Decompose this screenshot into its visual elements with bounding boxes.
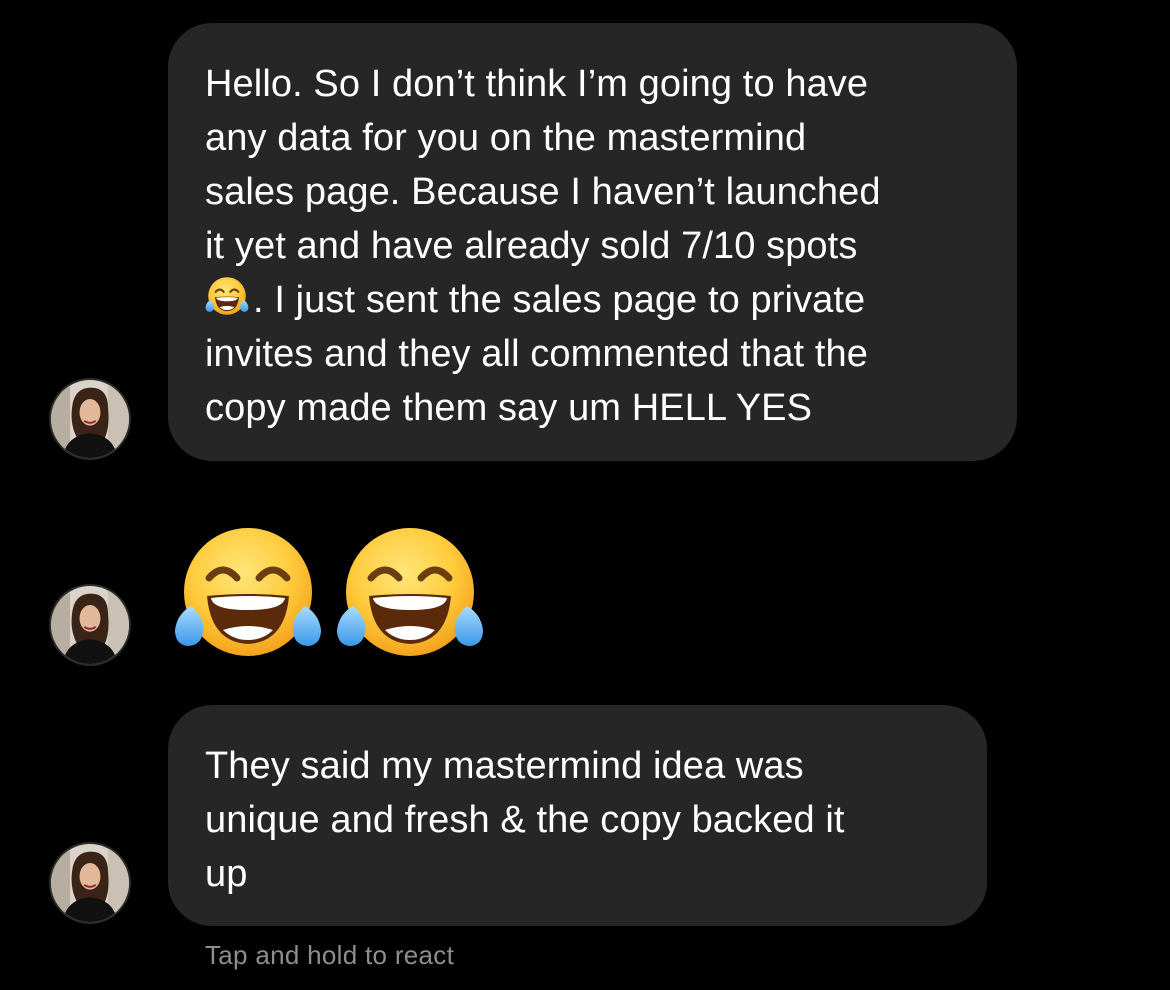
message-line: invites and they all commented that the	[205, 333, 868, 375]
profile-photo	[51, 586, 129, 664]
avatar[interactable]	[49, 378, 131, 460]
profile-photo	[51, 380, 129, 458]
message-line: . I just sent the sales page to private	[253, 279, 866, 321]
avatar[interactable]	[49, 584, 131, 666]
face-with-tears-of-joy-icon[interactable]	[335, 522, 485, 662]
message-bubble[interactable]: They said my mastermind idea was unique …	[168, 705, 987, 926]
message-line-with-emoji: . I just sent the sales page to private	[205, 273, 981, 327]
face-with-tears-of-joy-icon	[205, 274, 249, 318]
message-line: Hello. So I don’t think I’m going to hav…	[205, 63, 869, 105]
message-line: unique and fresh & the copy backed it	[205, 799, 845, 841]
message-bubble[interactable]: Hello. So I don’t think I’m going to hav…	[168, 23, 1017, 461]
message-line: any data for you on the mastermind	[205, 117, 807, 159]
message-line: up	[205, 853, 248, 895]
message-line: sales page. Because I haven’t launched	[205, 171, 881, 213]
face-with-tears-of-joy-icon[interactable]	[173, 522, 323, 662]
avatar[interactable]	[49, 842, 131, 924]
message-line: it yet and have already sold 7/10 spots	[205, 225, 858, 267]
message-line: copy made them say um HELL YES	[205, 387, 813, 429]
message-line: They said my mastermind idea was	[205, 745, 804, 787]
profile-photo	[51, 844, 129, 922]
react-hint: Tap and hold to react	[205, 940, 455, 970]
